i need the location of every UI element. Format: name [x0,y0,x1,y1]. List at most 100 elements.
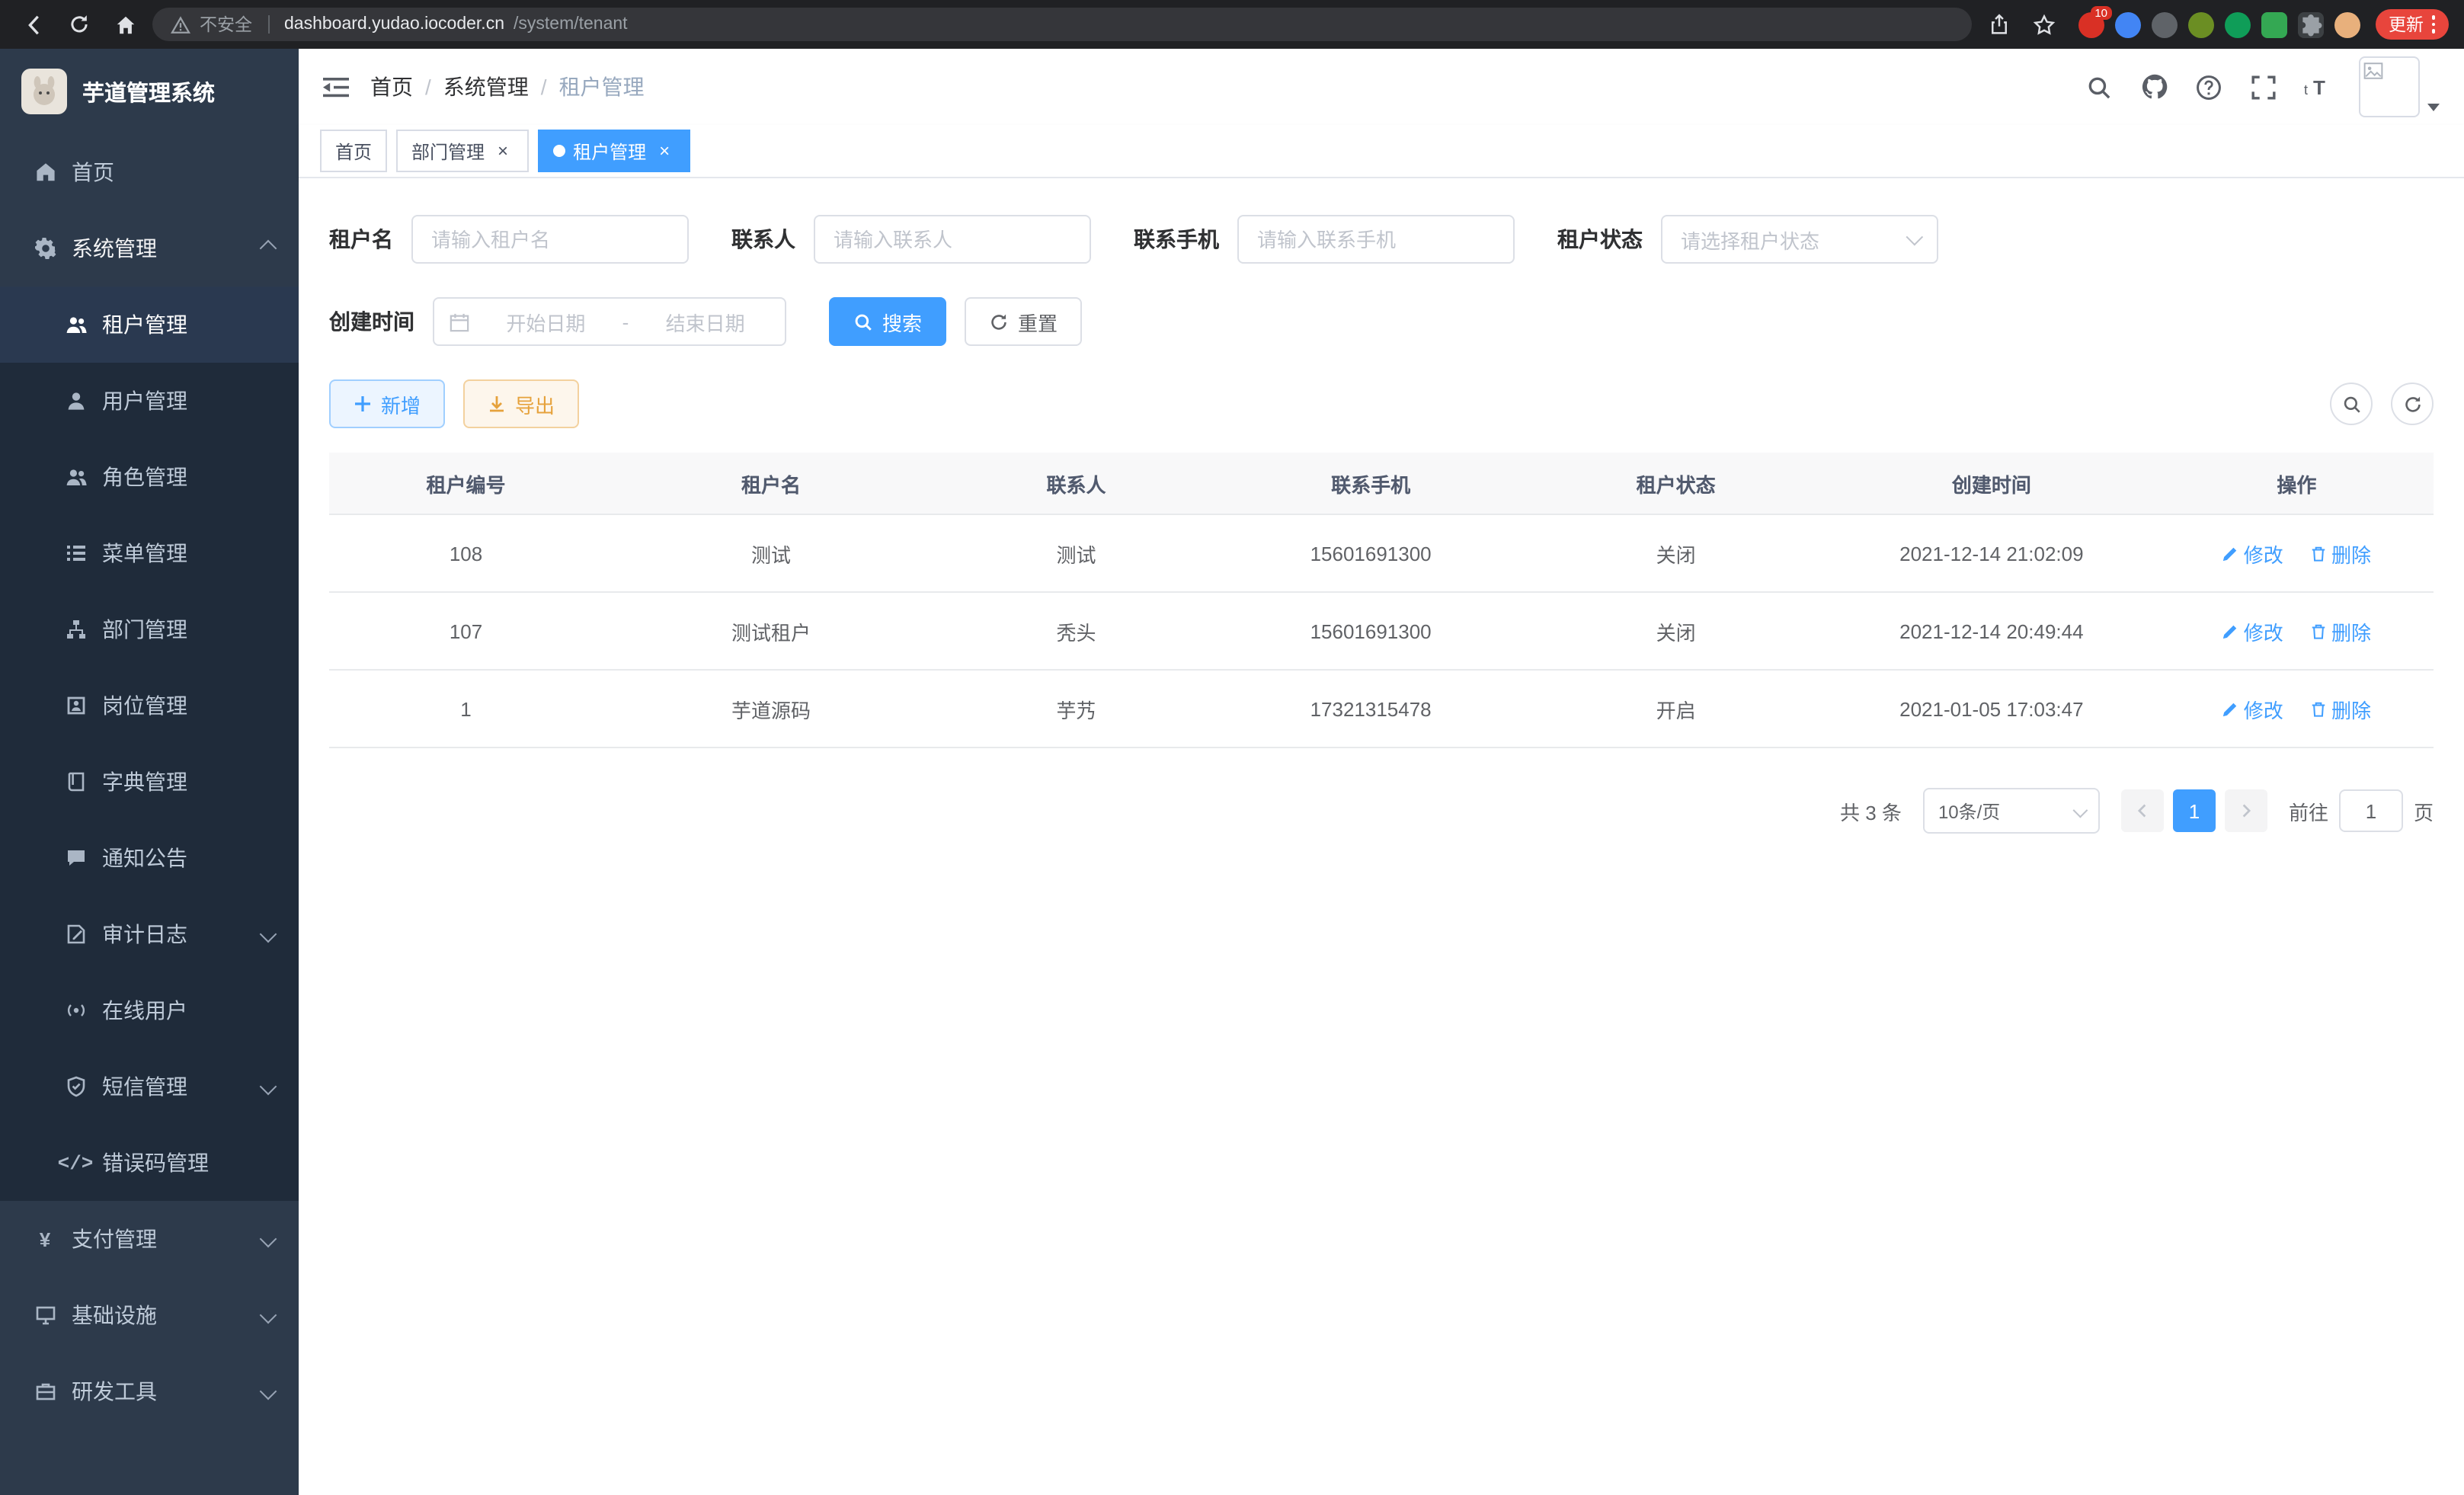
sidebar-item-online-users[interactable]: 在线用户 [0,972,299,1048]
breadcrumb-current: 租户管理 [559,72,645,102]
reset-button[interactable]: 重置 [965,297,1082,346]
trash-icon [2310,545,2327,562]
sidebar-item-system[interactable]: 系统管理 [0,210,299,287]
browser-home-button[interactable] [107,6,143,43]
goto-page-input[interactable] [2339,789,2403,832]
filter-contact-mobile: 联系手机 [1134,215,1515,264]
extension-icon-2[interactable] [2114,11,2140,37]
cell-tenant-name: 测试租户 [603,592,939,670]
delete-link[interactable]: 删除 [2310,539,2371,568]
next-page-button[interactable] [2225,789,2267,832]
tenant-name-input[interactable] [411,215,689,264]
add-button-label: 新增 [381,389,421,418]
chevron-up-icon [260,240,277,258]
sidebar-item-infra[interactable]: 基础设施 [0,1277,299,1353]
sidebar-item-devtools[interactable]: 研发工具 [0,1353,299,1429]
github-icon[interactable] [2139,72,2168,101]
refresh-icon [989,312,1009,331]
sidebar-item-post[interactable]: 岗位管理 [0,667,299,744]
user-avatar-menu[interactable] [2359,56,2440,117]
edit-icon [2222,545,2239,562]
extensions-puzzle-icon[interactable] [2297,11,2323,37]
tenant-users-icon [64,313,87,336]
browser-reload-button[interactable] [61,6,98,43]
plus-icon [354,395,372,413]
breadcrumb: 首页 / 系统管理 / 租户管理 [370,72,645,102]
browser-back-button[interactable] [15,6,52,43]
export-button[interactable]: 导出 [463,379,579,428]
date-range-picker[interactable]: 开始日期 - 结束日期 [433,297,786,346]
chevron-down-icon [260,1307,277,1324]
bookmark-star-button[interactable] [2026,6,2062,43]
chevron-down-icon [260,1231,277,1248]
table-row: 108 测试 测试 15601691300 关闭 2021-12-14 21:0… [329,514,2434,592]
address-bar[interactable]: 不安全 dashboard.yudao.iocoder.cn/system/te… [152,8,1971,41]
tag-home[interactable]: 首页 [320,130,387,172]
sidebar-item-menu[interactable]: 菜单管理 [0,515,299,591]
page-size-select[interactable]: 10条/页 [1923,788,2100,834]
contact-mobile-input[interactable] [1237,215,1515,264]
close-icon[interactable]: × [654,140,675,162]
status-select[interactable]: 请选择租户状态 [1661,215,1938,264]
font-size-icon[interactable]: tT [2304,72,2333,101]
sidebar-item-label: 研发工具 [72,1376,157,1407]
url-host: dashboard.yudao.iocoder.cn [284,15,504,34]
breadcrumb-home[interactable]: 首页 [370,72,413,102]
toolbar-right [2330,383,2434,425]
edit-label: 修改 [2244,694,2283,723]
edit-icon [2222,700,2239,717]
extension-icon-3[interactable] [2151,11,2177,37]
search-button[interactable]: 搜索 [829,297,946,346]
home-icon [114,13,136,36]
sidebar-item-payment[interactable]: ¥ 支付管理 [0,1201,299,1277]
edit-link[interactable]: 修改 [2222,694,2283,723]
edit-link[interactable]: 修改 [2222,539,2283,568]
profile-avatar-icon[interactable] [2334,11,2360,37]
app-logo[interactable]: 芋道管理系统 [0,49,299,134]
tag-tenant-active[interactable]: 租户管理 × [538,130,690,172]
breadcrumb-system[interactable]: 系统管理 [443,72,529,102]
sidebar-item-dict[interactable]: 字典管理 [0,744,299,820]
fullscreen-icon[interactable] [2249,72,2278,101]
sidebar-item-label: 系统管理 [72,233,157,264]
sidebar-item-home[interactable]: 首页 [0,134,299,210]
sidebar-item-dept[interactable]: 部门管理 [0,591,299,667]
delete-link[interactable]: 删除 [2310,616,2371,645]
tag-dept[interactable]: 部门管理 × [396,130,529,172]
field-label: 联系人 [731,224,795,255]
page-number-active[interactable]: 1 [2173,789,2216,832]
notice-chat-icon [64,847,87,869]
browser-menu-icon [2431,16,2435,34]
prev-page-button[interactable] [2121,789,2164,832]
add-button[interactable]: 新增 [329,379,445,428]
header-search-icon[interactable] [2085,72,2114,101]
contact-name-input[interactable] [814,215,1091,264]
share-button[interactable] [1980,6,2017,43]
extension-icon-4[interactable] [2187,11,2213,37]
extension-icon-6[interactable] [2261,11,2286,37]
update-label: 更新 [2389,12,2424,37]
reset-button-label: 重置 [1018,307,1058,336]
search-icon [2341,394,2361,414]
close-icon[interactable]: × [492,140,514,162]
cell-contact-name: 测试 [939,514,1213,592]
field-label: 租户状态 [1557,224,1643,255]
extension-icon-1[interactable]: 10 [2078,11,2104,37]
extension-icon-5[interactable] [2224,11,2250,37]
cell-contact-mobile: 15601691300 [1213,592,1528,670]
tag-label: 部门管理 [411,138,485,164]
sidebar-item-role[interactable]: 角色管理 [0,439,299,515]
delete-link[interactable]: 删除 [2310,694,2371,723]
sidebar-item-user[interactable]: 用户管理 [0,363,299,439]
sidebar-item-tenant[interactable]: 租户管理 [0,287,299,363]
refresh-table-button[interactable] [2391,383,2434,425]
sidebar-item-notice[interactable]: 通知公告 [0,820,299,896]
help-icon[interactable] [2194,72,2223,101]
sidebar-item-sms[interactable]: 短信管理 [0,1048,299,1125]
sidebar-item-error-code[interactable]: </> 错误码管理 [0,1125,299,1201]
browser-update-button[interactable]: 更新 [2375,9,2449,40]
sidebar-fold-button[interactable] [323,75,349,98]
sidebar-item-audit-log[interactable]: 审计日志 [0,896,299,972]
edit-link[interactable]: 修改 [2222,616,2283,645]
hide-search-button[interactable] [2330,383,2373,425]
